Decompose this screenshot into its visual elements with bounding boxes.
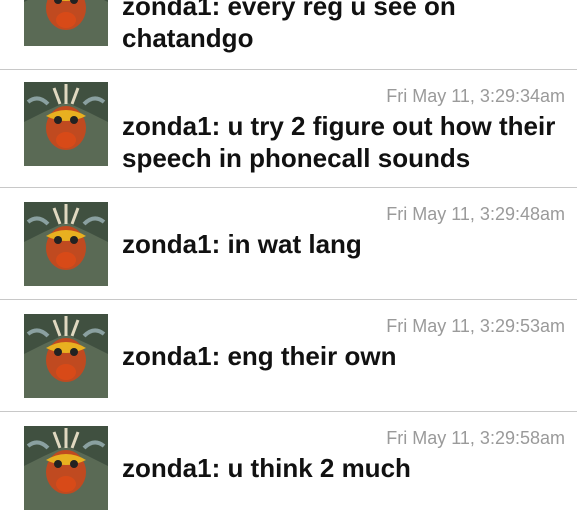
message-timestamp: Fri May 11, 3:29:48am [386, 204, 565, 224]
message-text: zonda1: u think 2 much [122, 453, 411, 483]
message-row[interactable]: Fri May 11, 3:29:53am zonda1: eng their … [0, 300, 577, 412]
avatar-image-icon [24, 202, 108, 286]
message-text: zonda1: u try 2 figure out how their spe… [122, 111, 556, 173]
message-row[interactable]: Fri May 11, 3:29:34am zonda1: u try 2 fi… [0, 70, 577, 188]
message-row[interactable]: Fri May 11, 3:29:58am zonda1: u think 2 … [0, 412, 577, 517]
message-timestamp: Fri May 11, 3:29:34am [386, 86, 565, 106]
avatar-image-icon [24, 426, 108, 510]
avatar[interactable] [24, 0, 108, 46]
avatar[interactable] [24, 426, 108, 510]
message-text: zonda1: eng their own [122, 341, 397, 371]
avatar-image-icon [24, 314, 108, 398]
message-text: zonda1: every reg u see on chatandgo [122, 0, 456, 53]
message-row[interactable]: zonda1: every reg u see on chatandgo [0, 0, 577, 70]
avatar-image-icon [24, 0, 108, 46]
avatar[interactable] [24, 314, 108, 398]
avatar[interactable] [24, 202, 108, 286]
message-timestamp: Fri May 11, 3:29:58am [386, 428, 565, 448]
avatar[interactable] [24, 82, 108, 166]
message-text: zonda1: in wat lang [122, 229, 362, 259]
message-timestamp: Fri May 11, 3:29:53am [386, 316, 565, 336]
message-list[interactable]: zonda1: every reg u see on chatandgo Fri… [0, 0, 577, 517]
message-row[interactable]: Fri May 11, 3:29:48am zonda1: in wat lan… [0, 188, 577, 300]
avatar-image-icon [24, 82, 108, 166]
